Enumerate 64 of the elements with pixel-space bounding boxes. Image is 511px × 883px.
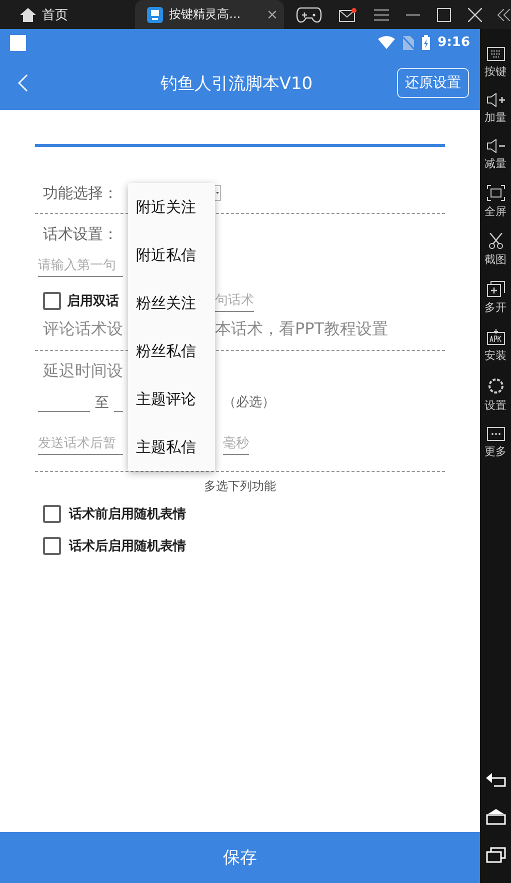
recent-apps-icon[interactable] (486, 847, 506, 863)
reset-button[interactable]: 还原设置 (397, 68, 469, 98)
home-icon[interactable] (20, 8, 36, 22)
wifi-icon (378, 36, 395, 49)
battery-icon (422, 35, 430, 50)
gamepad-icon[interactable] (296, 6, 322, 22)
keyboard-icon[interactable] (486, 47, 504, 61)
menu-icon[interactable] (374, 8, 390, 20)
menu-item[interactable]: 主题私信 (128, 423, 215, 471)
tool-label[interactable]: 安装 (484, 348, 506, 363)
fullscreen-icon[interactable] (486, 185, 504, 201)
checkbox[interactable] (43, 537, 61, 555)
save-button[interactable]: 保存 (0, 832, 480, 883)
tab-close-button[interactable]: × (266, 6, 278, 22)
back-nav-icon[interactable] (486, 773, 506, 787)
no-sim-icon (402, 36, 414, 50)
collapse-icon[interactable] (497, 8, 511, 20)
volume-down-icon[interactable] (486, 139, 504, 153)
notification-icon (10, 34, 26, 50)
seconds-label: （必选） (223, 394, 275, 411)
delay-label: 延迟时间设 (43, 361, 123, 382)
dropdown-arrow-icon[interactable] (215, 185, 221, 201)
menu-item[interactable]: 主题评论 (128, 375, 215, 423)
tool-label[interactable]: 更多 (484, 444, 506, 459)
app-title: 钓鱼人引流脚本V10 (159, 72, 314, 94)
tool-label[interactable]: 设置 (484, 398, 506, 413)
scissors-icon[interactable] (488, 233, 504, 249)
more-icon[interactable] (486, 427, 504, 441)
apk-install-icon[interactable] (486, 329, 504, 345)
close-icon[interactable] (468, 8, 482, 22)
to-label: 至 (95, 394, 109, 412)
menu-item[interactable]: 附近关注 (128, 183, 215, 231)
checkbox[interactable] (43, 292, 61, 310)
tool-label[interactable]: 加量 (484, 110, 506, 125)
comment-label: 评论话术设 (43, 319, 124, 340)
tool-label[interactable]: 按键 (484, 64, 506, 79)
dual-script-label: 启用双话 (67, 292, 119, 310)
multi-select-title: 多选下列功能 (203, 478, 277, 495)
tab-title: 按键精灵高... (169, 6, 241, 23)
tool-label[interactable]: 截图 (484, 252, 506, 267)
tool-label[interactable]: 减量 (484, 156, 506, 171)
function-label: 功能选择： (43, 184, 119, 202)
app-tab[interactable]: 按键精灵高... × (135, 0, 284, 29)
home-nav-icon[interactable] (486, 809, 506, 825)
maximize-icon[interactable] (437, 8, 452, 22)
multi-window-icon[interactable] (486, 281, 504, 297)
menu-item[interactable]: 附近私信 (128, 231, 215, 279)
tool-label[interactable]: 全屏 (484, 204, 506, 219)
volume-up-icon[interactable] (486, 93, 504, 107)
checkbox[interactable] (43, 505, 61, 523)
clock: 9:16 (438, 35, 470, 50)
option-label: 话术后启用随机表情 (69, 538, 186, 555)
minimize-icon[interactable] (406, 14, 420, 16)
option-label: 话术前启用随机表情 (69, 506, 186, 523)
app-icon (147, 6, 164, 22)
back-icon[interactable] (18, 74, 28, 92)
settings-icon[interactable] (486, 377, 504, 395)
home-tab[interactable]: 首页 (42, 6, 68, 24)
comment-hint: 本话术，看PPT教程设置 (215, 319, 388, 340)
tool-label[interactable]: 多开 (484, 300, 506, 315)
mail-icon[interactable] (339, 8, 358, 22)
menu-item[interactable]: 粉丝私信 (128, 327, 215, 375)
script-label: 话术设置： (43, 224, 118, 244)
menu-item[interactable]: 粉丝关注 (128, 279, 215, 327)
